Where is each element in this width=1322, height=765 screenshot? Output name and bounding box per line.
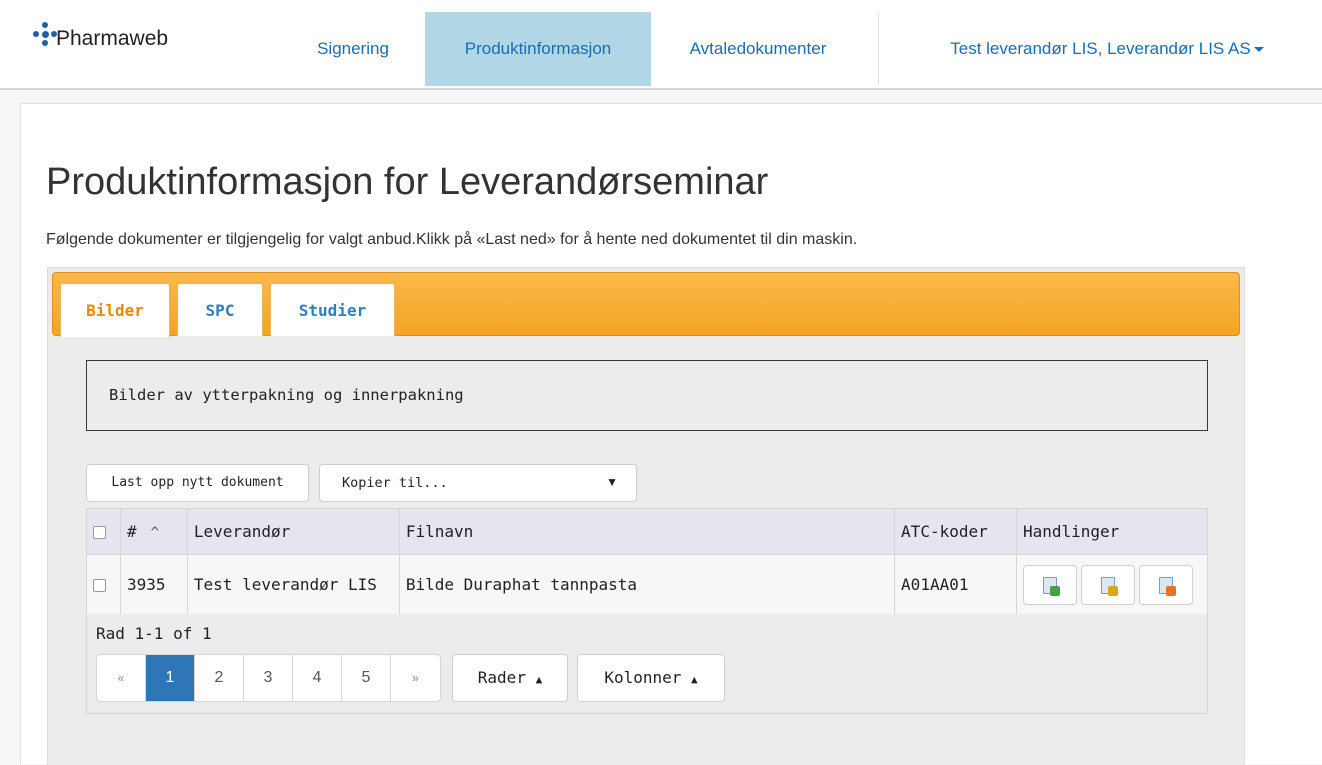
page-title: Produktinformasjon for Leverandørseminar [46, 161, 769, 203]
columns-button-label: Kolonner [604, 668, 682, 687]
delete-document-icon [1158, 576, 1176, 596]
user-menu-label: Test leverandør LIS, Leverandør LIS AS [950, 39, 1251, 58]
select-all-checkbox[interactable] [93, 526, 106, 539]
cell-filnavn: Bilde Duraphat tannpasta [398, 554, 896, 615]
tab-strip: Bilder SPC Studier [52, 272, 1240, 337]
row-checkbox[interactable] [93, 579, 106, 592]
copy-to-select-value: Kopier til... [342, 475, 448, 491]
description-text: Bilder av ytterpakning og innerpakning [109, 386, 464, 404]
description-box: Bilder av ytterpakning og innerpakning [86, 360, 1208, 431]
rows-button-label: Rader [477, 668, 526, 687]
upload-document-button[interactable]: Last opp nytt dokument [86, 464, 309, 502]
logo-dot [33, 31, 39, 37]
page-1[interactable]: 1 [146, 655, 195, 701]
table-row: 3935 Test leverandør LIS Bilde Duraphat … [86, 554, 1209, 615]
top-navbar: Pharmaweb Signering Produktinformasjon A… [0, 0, 1322, 90]
brand-name: Pharmaweb [56, 27, 169, 50]
dropdown-arrow-icon: ▼ [606, 475, 618, 489]
caret-down-icon [1253, 47, 1264, 53]
page-2[interactable]: 2 [195, 655, 244, 701]
row-info: Rad 1-1 of 1 [96, 624, 212, 643]
delete-button[interactable] [1138, 564, 1193, 605]
edit-document-icon [1100, 576, 1118, 596]
page-3[interactable]: 3 [244, 655, 293, 701]
nav-avtaledokumenter[interactable]: Avtaledokumenter [658, 12, 858, 86]
column-header-number[interactable]: # ^ [119, 508, 188, 555]
tab-spc[interactable]: SPC [177, 283, 263, 336]
page-last[interactable]: » [391, 655, 440, 701]
rows-button[interactable]: Rader ▲ [452, 654, 568, 702]
table-footer: Rad 1-1 of 1 « 1 2 3 4 5 » Rader ▲ Kolon… [86, 614, 1208, 714]
column-header-filnavn[interactable]: Filnavn [398, 508, 896, 555]
nav-signering[interactable]: Signering [297, 12, 409, 86]
edit-button[interactable] [1080, 564, 1135, 605]
download-document-icon [1042, 576, 1060, 596]
tab-container: Bilder SPC Studier Bilder av ytterpaknin… [47, 267, 1245, 765]
copy-to-select[interactable]: Kopier til... ▼ [319, 464, 637, 502]
user-menu[interactable]: Test leverandør LIS, Leverandør LIS AS [900, 12, 1314, 86]
logo-dot [42, 22, 48, 28]
page-intro: Følgende dokumenter er tilgjengelig for … [46, 231, 858, 248]
logo-dot [42, 40, 48, 46]
table-header-row: # ^ Leverandør Filnavn ATC-koder Handling… [86, 508, 1209, 555]
tab-studier[interactable]: Studier [270, 283, 395, 336]
main-panel: Produktinformasjon for Leverandørseminar… [20, 103, 1322, 765]
column-header-handlinger: Handlinger [1015, 508, 1209, 555]
cell-id: 3935 [119, 554, 188, 615]
column-header-leverandor[interactable]: Leverandør [186, 508, 400, 555]
columns-button[interactable]: Kolonner ▲ [577, 654, 725, 702]
tab-bilder[interactable]: Bilder [60, 283, 170, 337]
sort-up-icon: ^ [150, 525, 160, 541]
caret-up-icon: ▲ [535, 673, 543, 686]
nav-produktinformasjon[interactable]: Produktinformasjon [425, 12, 651, 86]
row-select-cell [86, 554, 121, 615]
cell-atc: A01AA01 [894, 554, 1017, 615]
pagination: « 1 2 3 4 5 » [96, 654, 441, 702]
page-5[interactable]: 5 [342, 655, 391, 701]
select-all-cell [86, 508, 121, 555]
page-first[interactable]: « [97, 655, 146, 701]
logo-dot [42, 31, 49, 38]
column-header-number-label: # [126, 522, 137, 541]
cell-actions [1015, 554, 1209, 615]
documents-table: # ^ Leverandør Filnavn ATC-koder Handling… [86, 508, 1209, 615]
cell-leverandor: Test leverandør LIS [186, 554, 400, 615]
page-4[interactable]: 4 [293, 655, 342, 701]
caret-up-icon: ▲ [691, 673, 698, 686]
nav-divider [878, 12, 879, 86]
column-header-atc[interactable]: ATC-koder [894, 508, 1017, 555]
download-button[interactable] [1022, 564, 1077, 605]
